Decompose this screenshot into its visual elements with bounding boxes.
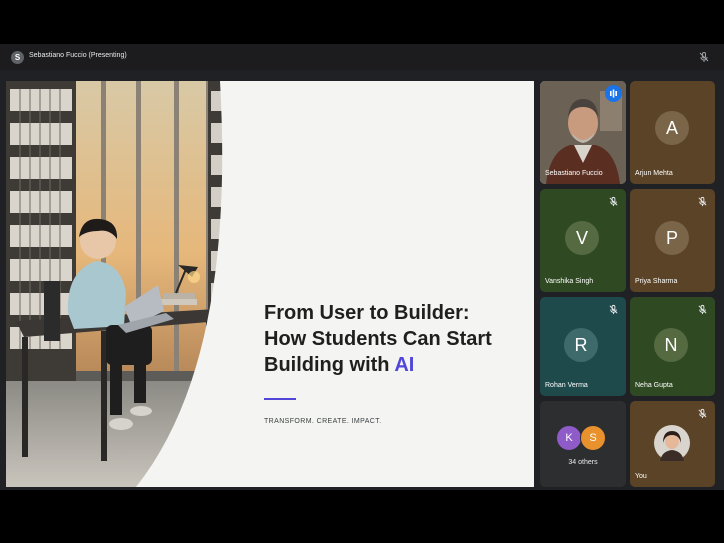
mic-off-icon [698,304,707,315]
participant-name: Sebastiano Fuccio [545,170,603,177]
others-avatar: K [556,425,582,451]
participant-name: Neha Gupta [635,382,673,389]
presenter-label: Sebastiano Fuccio (Presenting) [29,52,127,59]
participant-name: You [635,473,647,480]
presenter-bar: S Sebastiano Fuccio (Presenting) [0,44,724,70]
participant-tile-neha[interactable]: N Neha Gupta [630,297,715,396]
participant-tile-arjun[interactable]: A Arjun Mehta [630,81,715,184]
mic-off-icon [698,408,707,419]
title-line-3: Building with [264,354,395,376]
presenter-avatar: S [11,51,24,64]
others-avatar: S [580,425,606,451]
avatar: R [564,328,598,362]
others-count: 34 others [568,459,598,466]
participant-tile-you[interactable]: You [630,401,715,487]
slide-tagline: TRANSFORM. CREATE. IMPACT. [264,418,382,425]
bottom-bar [0,490,724,543]
slide-title: From User to Builder: How Students Can S… [264,300,526,378]
title-line-2: How Students Can Start [264,328,492,350]
presentation-slide: From User to Builder: How Students Can S… [6,81,534,487]
mic-off-icon [698,196,707,207]
avatar: A [655,111,689,145]
participant-tile-rohan[interactable]: R Rohan Verma [540,297,626,396]
participant-tile-priya[interactable]: P Priya Sharma [630,189,715,292]
mic-off-icon[interactable] [698,51,710,63]
avatar: V [565,221,599,255]
avatar: N [654,328,688,362]
others-tile[interactable]: K S 34 others [540,401,626,487]
participant-name: Rohan Verma [545,382,588,389]
avatar: P [655,221,689,255]
mic-off-icon [609,196,618,207]
title-underline [264,398,296,400]
participant-tile-vanshika[interactable]: V Vanshika Singh [540,189,626,292]
participant-tile-sebastiano[interactable]: Sebastiano Fuccio [540,81,626,184]
mic-off-icon [609,304,618,315]
title-line-1: From User to Builder: [264,302,470,324]
speaking-indicator-icon [605,85,622,102]
library-illustration [6,81,534,487]
participant-name: Priya Sharma [635,278,678,285]
title-accent: AI [394,354,415,376]
self-avatar-photo [654,425,690,461]
participant-name: Vanshika Singh [545,278,594,285]
participant-name: Arjun Mehta [635,170,673,177]
